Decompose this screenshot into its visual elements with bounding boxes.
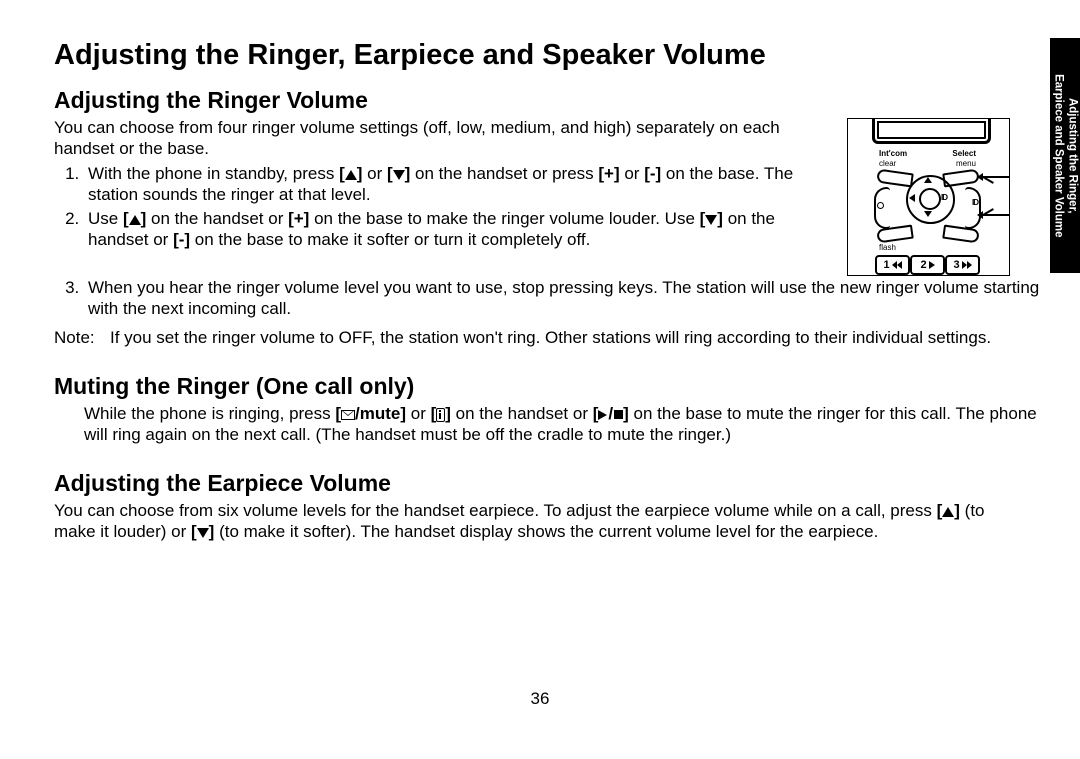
earpiece-volume-text: You can choose from six volume levels fo…	[54, 501, 1014, 543]
callout-arrow-up	[983, 176, 1009, 178]
page-number: 36	[0, 689, 1080, 709]
note-label: Note:	[54, 328, 110, 349]
step-2: Use [] on the handset or [+] on the base…	[84, 209, 829, 251]
down-arrow-icon	[705, 210, 717, 231]
side-tab-line1: Adjusting the Ringer,	[1065, 74, 1079, 237]
ringer-volume-steps-cont: When you hear the ringer volume level yo…	[54, 278, 1044, 319]
ringer-volume-steps: With the phone in standby, press [] or […	[54, 164, 829, 251]
up-arrow-icon	[129, 210, 141, 231]
envelope-icon	[341, 410, 355, 420]
step-3: When you hear the ringer volume level yo…	[84, 278, 1044, 319]
step-1: With the phone in standby, press [] or […	[84, 164, 829, 206]
down-arrow-icon	[393, 164, 405, 185]
info-key-icon	[436, 408, 445, 422]
down-arrow-icon	[197, 522, 209, 543]
section-heading-mute-ringer: Muting the Ringer (One call only)	[54, 373, 1026, 401]
section-heading-ringer-volume: Adjusting the Ringer Volume	[54, 87, 1026, 115]
callout-arrow-down	[983, 214, 1009, 216]
note-text: If you set the ringer volume to OFF, the…	[110, 328, 991, 349]
ringer-volume-intro: You can choose from four ringer volume s…	[54, 118, 829, 159]
section-heading-earpiece-volume: Adjusting the Earpiece Volume	[54, 470, 1026, 498]
page-title: Adjusting the Ringer, Earpiece and Speak…	[54, 38, 1026, 73]
side-index-tab: Adjusting the Ringer, Earpiece and Speak…	[1050, 38, 1080, 273]
play-stop-icon: /	[598, 404, 623, 425]
up-arrow-icon	[345, 164, 357, 185]
note-ringer-off: Note: If you set the ringer volume to OF…	[54, 328, 1014, 349]
mute-ringer-text: While the phone is ringing, press [/mute…	[54, 404, 1044, 446]
handset-keypad-illustration: Int'com Select clear menu ID ID flash 1 …	[847, 118, 1010, 276]
side-tab-line2: Earpiece and Speaker Volume	[1051, 74, 1065, 237]
up-arrow-icon	[942, 502, 954, 523]
